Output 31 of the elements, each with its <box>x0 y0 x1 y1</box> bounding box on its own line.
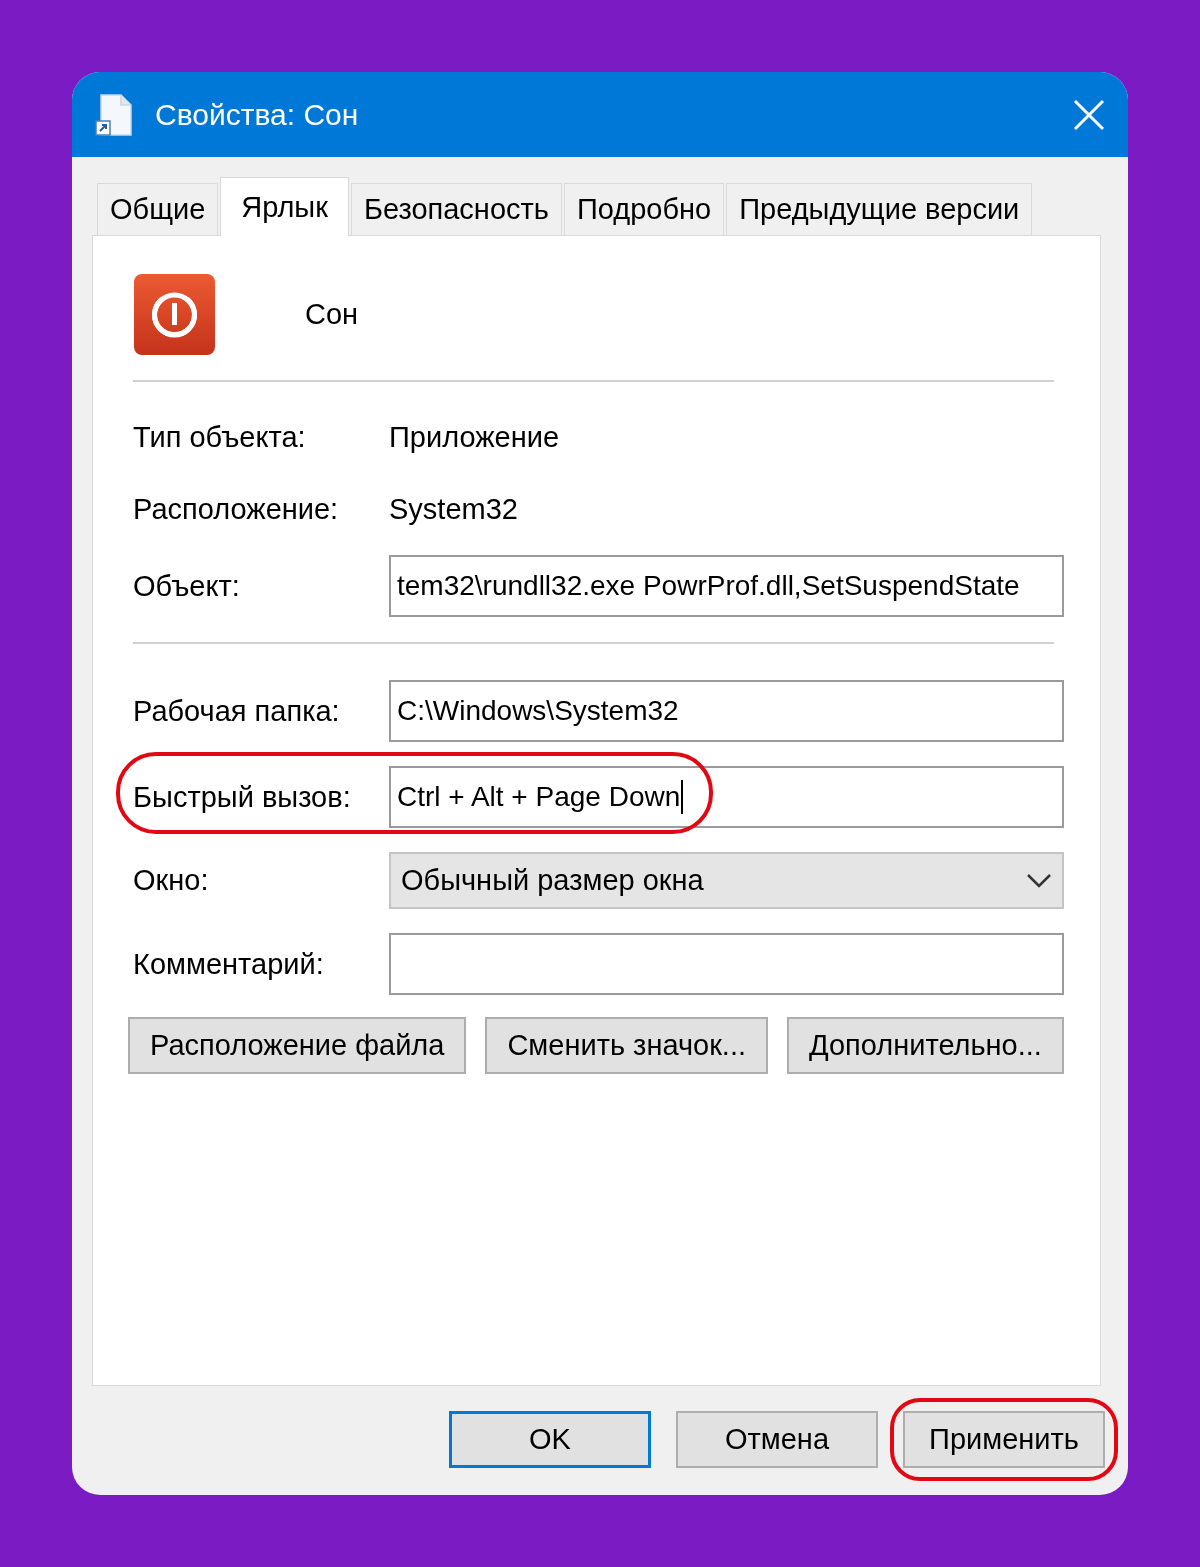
field-value: System32 <box>389 492 518 526</box>
field-label: Окно: <box>133 864 210 897</box>
field-value: Приложение <box>389 420 560 454</box>
input-field[interactable] <box>389 933 1064 995</box>
field-label: Комментарий: <box>133 947 325 981</box>
input-field[interactable]: C:\Windows\System32 <box>389 680 1064 742</box>
window-size-dropdown[interactable]: Обычный размер окна <box>389 852 1064 909</box>
action-button[interactable]: Расположение файла <box>128 1017 467 1074</box>
dialog-button[interactable]: OK <box>449 1411 651 1468</box>
field-label: Тип объекта: <box>133 420 307 454</box>
tab[interactable]: Ярлык <box>220 177 349 236</box>
field-label: Быстрый вызов: <box>133 780 352 814</box>
input-field[interactable]: tem32\rundll32.exe PowrProf.dll,SetSuspendState <box>389 555 1064 617</box>
action-button[interactable]: Сменить значок... <box>485 1017 768 1074</box>
field-label: Объект: <box>133 569 241 603</box>
dialog-button[interactable]: Отмена <box>676 1411 878 1468</box>
shortcut-name: Сон <box>305 298 359 331</box>
close-icon[interactable] <box>1072 97 1106 132</box>
window-title: Свойства: Сон <box>155 97 360 132</box>
tab[interactable]: Предыдущие версии <box>726 183 1033 235</box>
tab[interactable]: Безопасность <box>350 183 562 235</box>
power-icon <box>133 273 216 356</box>
action-button[interactable]: Дополнительно... <box>787 1017 1064 1074</box>
dialog-button[interactable]: Применить <box>903 1411 1105 1468</box>
chevron-down-icon <box>1026 872 1052 889</box>
input-field[interactable]: Ctrl + Alt + Page Down <box>389 766 1064 828</box>
field-label: Расположение: <box>133 492 340 526</box>
document-icon <box>95 92 135 137</box>
tab[interactable]: Подробно <box>563 183 725 235</box>
tab[interactable]: Общие <box>97 183 219 235</box>
field-label: Рабочая папка: <box>133 694 341 728</box>
